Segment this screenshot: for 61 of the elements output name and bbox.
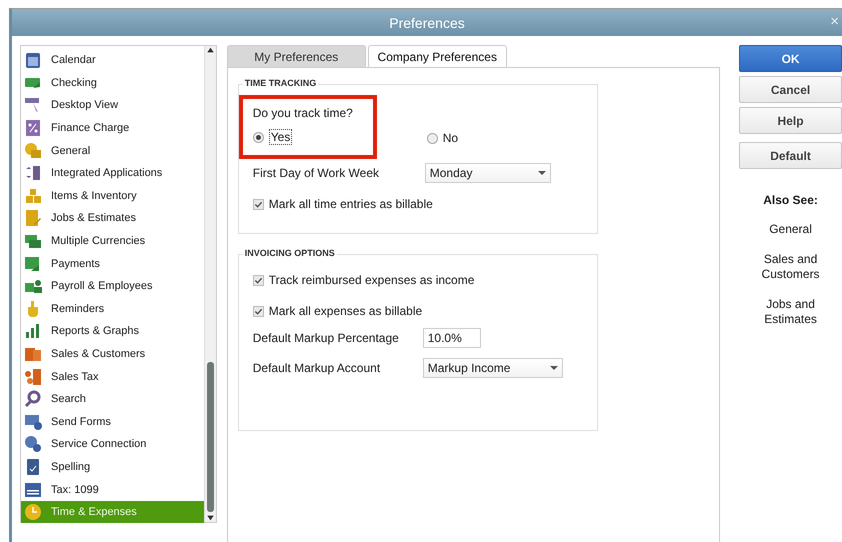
folder-icon [23,208,43,228]
dialog-button[interactable]: Help [739,107,842,134]
checkbox-label[interactable]: Mark all expenses as billable [268,304,422,318]
percent-icon [23,118,43,138]
shapes-icon [23,140,43,161]
sidebar-item[interactable]: Reports & Graphs [21,320,204,343]
section-title: Also See: [762,193,819,207]
radio-label[interactable]: Yes [268,129,292,145]
sidebar-item[interactable]: Payments [21,252,204,275]
tab[interactable]: Company Preferences [368,45,507,67]
sidebar-item[interactable]: Reminders [21,298,204,320]
search-icon [23,389,43,410]
calendar-icon [23,50,43,70]
radio-button[interactable] [252,132,264,142]
sidebar-item[interactable]: Checking [21,72,204,94]
sidebar-item[interactable]: Sales & Customers [21,342,204,366]
window-title: Preferences [389,14,465,30]
dropdown[interactable]: Monday [424,163,551,183]
scroll-up-icon [206,46,215,54]
scroll-down-icon [206,514,215,522]
link[interactable]: Sales and Customers [739,252,842,282]
sidebar-item[interactable]: Sales Tax [21,365,204,388]
group-title: TIME TRACKING [242,78,318,88]
field-label: Default Markup Percentage [252,331,400,345]
caret-icon [538,171,546,175]
scroll-thumb[interactable] [206,362,214,512]
caret-icon [550,366,558,370]
sidebar-item[interactable]: Desktop View [21,94,204,117]
clock-icon [23,502,43,522]
sidebar-item[interactable]: General [21,139,204,162]
sidebar-item[interactable]: Multiple Currencies [21,230,204,252]
input-field[interactable]: 10.0% [422,328,481,348]
field-label: Default Markup Account [252,361,382,375]
sidebar-item[interactable]: Service Connection [21,433,204,456]
sidebar-item[interactable]: Payroll & Employees [21,274,204,298]
radio-button[interactable] [426,132,438,144]
dialog-button[interactable]: OK [739,45,842,72]
dropdown-value: Monday [430,166,472,180]
sidebar-item[interactable]: Calendar [21,49,204,72]
checkbox-label[interactable]: Track reimbursed expenses as income [268,273,474,287]
sidebar-item[interactable]: Search [21,388,204,410]
dialog-button[interactable]: Cancel [739,76,842,103]
dialog-button[interactable]: Default [739,142,842,169]
sidebar-item[interactable]: Items & Inventory [21,184,204,208]
sidebar-item[interactable]: Spelling [21,456,204,478]
sidebar-item[interactable]: Integrated Applications [21,162,204,185]
sidebar-item[interactable]: Finance Charge [21,116,204,140]
sidebar-item[interactable]: Jobs & Estimates [21,207,204,230]
link[interactable]: Jobs and Estimates [739,297,842,327]
radio-label[interactable]: No [442,131,458,145]
group-title: INVOICING OPTIONS [242,248,337,258]
link[interactable]: General [739,222,842,237]
dropdown[interactable]: Markup Income [422,358,563,378]
sidebar-item[interactable]: Send Forms [21,410,204,434]
dropdown-value: Markup Income [428,361,510,375]
tab[interactable]: My Preferences [226,45,366,67]
sidebar-item[interactable]: Tax: 1099 [21,478,204,501]
field-label: First Day of Work Week [252,166,380,180]
question-label: Do you track time? [252,106,354,120]
checkbox-label[interactable]: Mark all time entries as billable [268,197,433,211]
scrollbar[interactable] [204,46,216,522]
